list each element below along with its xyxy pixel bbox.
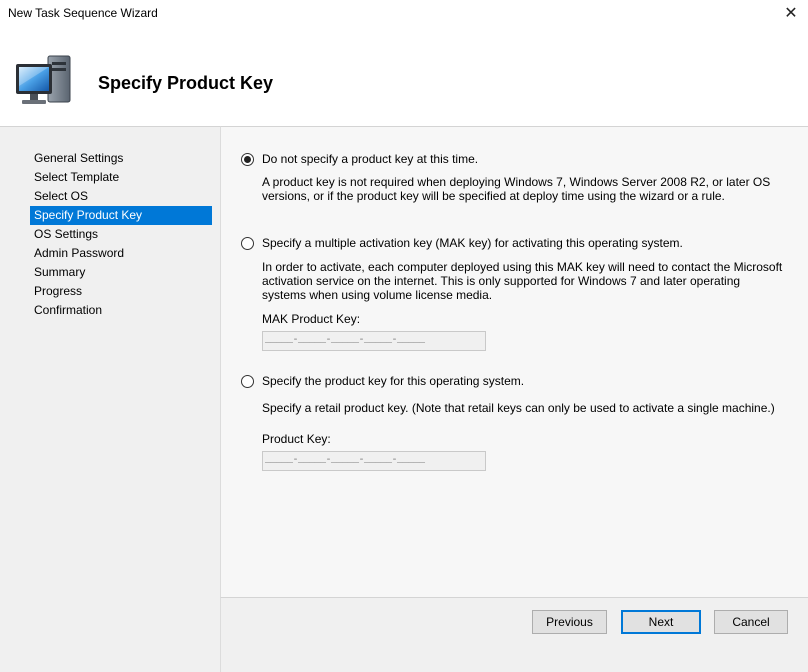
step-os-settings[interactable]: OS Settings: [30, 225, 212, 244]
close-button[interactable]: ✕: [774, 0, 808, 26]
step-list: General Settings Select Template Select …: [30, 149, 212, 320]
retail-key-description: Specify a retail product key. (Note that…: [262, 401, 775, 415]
page-title: Specify Product Key: [98, 73, 274, 93]
wizard-steps-sidebar: General Settings Select Template Select …: [0, 126, 220, 672]
product-key-label: Product Key:: [262, 432, 331, 446]
mak-key-description: In order to activate, each computer depl…: [262, 260, 783, 302]
previous-button[interactable]: Previous: [532, 610, 607, 634]
step-specify-product-key[interactable]: Specify Product Key: [30, 206, 212, 225]
step-confirmation[interactable]: Confirmation: [30, 301, 212, 320]
retail-key-label[interactable]: Specify the product key for this operati…: [262, 374, 524, 388]
mak-key-label[interactable]: Specify a multiple activation key (MAK k…: [262, 236, 683, 250]
step-admin-password[interactable]: Admin Password: [30, 244, 212, 263]
product-key-input[interactable]: _____-_____-_____-_____-_____: [262, 451, 486, 471]
step-general-settings[interactable]: General Settings: [30, 149, 212, 168]
no-key-radio[interactable]: [241, 153, 254, 166]
step-progress[interactable]: Progress: [30, 282, 212, 301]
mak-product-key-input[interactable]: _____-_____-_____-_____-_____: [262, 331, 486, 351]
step-summary[interactable]: Summary: [30, 263, 212, 282]
next-button[interactable]: Next: [621, 610, 701, 634]
no-key-label[interactable]: Do not specify a product key at this tim…: [262, 152, 478, 166]
retail-key-radio[interactable]: [241, 375, 254, 388]
mak-key-radio[interactable]: [241, 237, 254, 250]
wizard-header: Specify Product Key: [0, 28, 808, 124]
cancel-button[interactable]: Cancel: [714, 610, 788, 634]
window-title: New Task Sequence Wizard: [8, 6, 158, 20]
close-icon: ✕: [784, 5, 798, 22]
title-bar: New Task Sequence Wizard ✕: [0, 0, 808, 28]
computer-icon: [16, 55, 71, 104]
no-key-description: A product key is not required when deplo…: [262, 175, 771, 203]
wizard-content: Do not specify a product key at this tim…: [220, 126, 808, 597]
step-select-os[interactable]: Select OS: [30, 187, 212, 206]
step-select-template[interactable]: Select Template: [30, 168, 212, 187]
wizard-footer: Previous Next Cancel: [220, 597, 808, 672]
mak-product-key-label: MAK Product Key:: [262, 312, 361, 326]
